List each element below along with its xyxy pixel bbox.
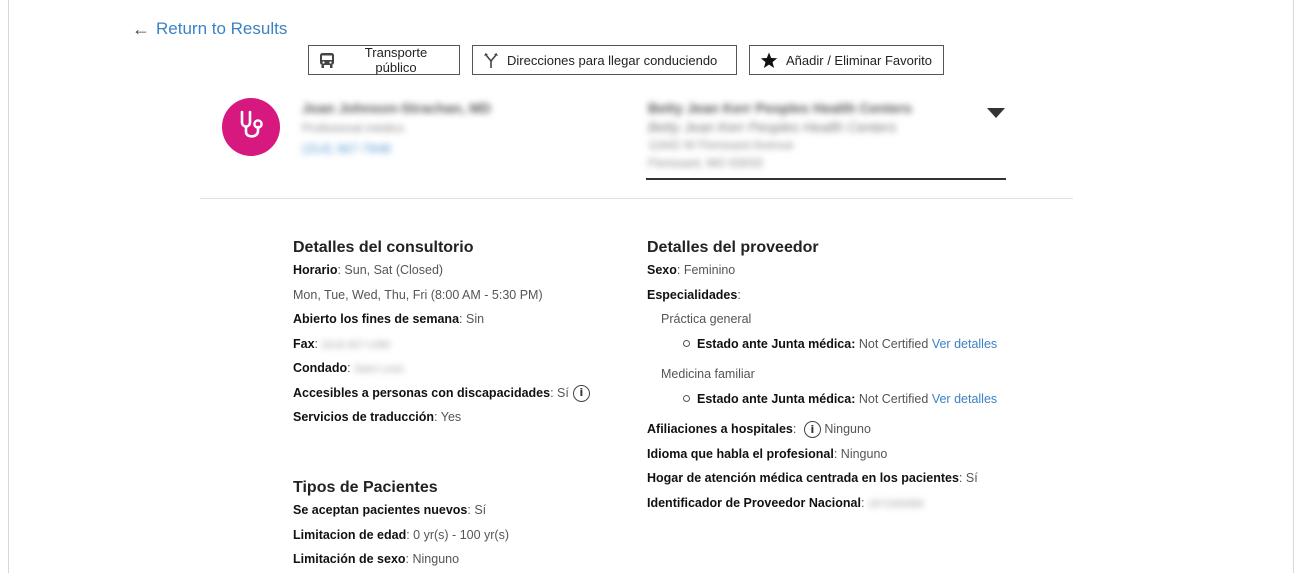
directions-icon: [483, 52, 499, 69]
return-to-results-link[interactable]: ← Return to Results: [132, 19, 287, 39]
patient-types-section: Tipos de Pacientes Se aceptan pacientes …: [293, 478, 633, 572]
driving-directions-label: Direcciones para llegar conduciendo: [507, 52, 718, 68]
favorite-label: Añadir / Eliminar Favorito: [786, 52, 932, 68]
hospital-affiliations-row: Afiliaciones a hospitales: i Ninguno: [647, 417, 1067, 442]
provider-details-title: Detalles del proveedor: [647, 239, 819, 256]
office-details-section: Detalles del consultorio Horario: Sun, S…: [293, 238, 633, 430]
provider-avatar: [222, 98, 280, 156]
header-divider: [200, 198, 1073, 199]
specialties-row: Especialidades:: [647, 287, 741, 302]
sex-row: Sexo: Feminino: [647, 263, 736, 277]
medical-home-row: Hogar de atención médica centrada en los…: [647, 471, 978, 485]
public-transit-label: Transporte público: [364, 45, 428, 75]
return-label: Return to Results: [156, 19, 288, 38]
weekend-row: Abierto los fines de semana: Sin: [293, 312, 485, 326]
accessibility-row: Accesibles a personas con discapacidades…: [293, 381, 633, 406]
favorite-toggle-button[interactable]: Añadir / Eliminar Favorito: [749, 45, 944, 75]
view-details-link[interactable]: Ver detalles: [932, 337, 997, 351]
translation-row: Servicios de traducción: Yes: [293, 410, 462, 424]
public-transit-button[interactable]: Transporte público: [308, 45, 460, 75]
bus-icon: [319, 52, 335, 69]
bullet-icon: [683, 339, 690, 347]
sex-limit-row: Limitación de sexo: Ninguno: [293, 552, 460, 566]
provider-type: Profesional médico: [302, 121, 405, 135]
provider-details-section: Detalles del proveedor Sexo: Feminino Es…: [647, 238, 1067, 515]
location-address-line1: 11642 W Florissant Avenue: [648, 138, 794, 152]
action-toolbar: Transporte público Direcciones para lleg…: [308, 45, 944, 75]
language-row: Idioma que habla el profesional: Ninguno: [647, 446, 888, 461]
fax-row: Fax: (314) 927-1496: [293, 336, 390, 351]
view-details-link[interactable]: Ver detalles: [932, 392, 997, 406]
star-icon: [760, 52, 778, 69]
location-name-secondary: Betty Jean Kerr Peoples Health Centers: [648, 119, 897, 135]
board-status-row: Estado ante Junta médica: Not Certified …: [647, 387, 1067, 412]
location-name: Betty Jean Kerr Peoples Health Centers: [648, 100, 912, 116]
location-dropdown[interactable]: Betty Jean Kerr Peoples Health Centers B…: [646, 98, 1006, 180]
specialty-name: Medicina familiar: [661, 367, 755, 381]
arrow-left-icon: ←: [132, 19, 150, 39]
county-row: Condado: Saint Louis: [293, 361, 404, 375]
new-patients-row: Se aceptan pacientes nuevos: Sí: [293, 503, 487, 517]
provider-name: Joan Johnson-Strachan, MD: [302, 100, 492, 116]
board-status-row: Estado ante Junta médica: Not Certified …: [647, 332, 1067, 357]
chevron-down-icon[interactable]: [987, 108, 1005, 118]
bullet-icon: [683, 394, 690, 402]
location-address-line2: Florissant, MO 63033: [648, 156, 763, 170]
provider-phone-link[interactable]: (314) 367-7848: [302, 141, 391, 156]
stethoscope-icon: [234, 108, 268, 147]
age-limit-row: Limitacion de edad: 0 yr(s) - 100 yr(s): [293, 527, 510, 542]
npi-row: Identificador de Proveedor Nacional: 187…: [647, 495, 924, 510]
specialty-name: Práctica general: [661, 312, 752, 326]
patient-types-title: Tipos de Pacientes: [293, 479, 438, 496]
hours-row-2: Mon, Tue, Wed, Thu, Fri (8:00 AM - 5:30 …: [293, 287, 543, 302]
driving-directions-button[interactable]: Direcciones para llegar conduciendo: [472, 45, 737, 75]
office-details-title: Detalles del consultorio: [293, 239, 474, 256]
info-icon[interactable]: i: [803, 421, 821, 439]
hours-row: Horario: Sun, Sat (Closed): [293, 263, 444, 277]
info-icon[interactable]: i: [572, 384, 590, 402]
